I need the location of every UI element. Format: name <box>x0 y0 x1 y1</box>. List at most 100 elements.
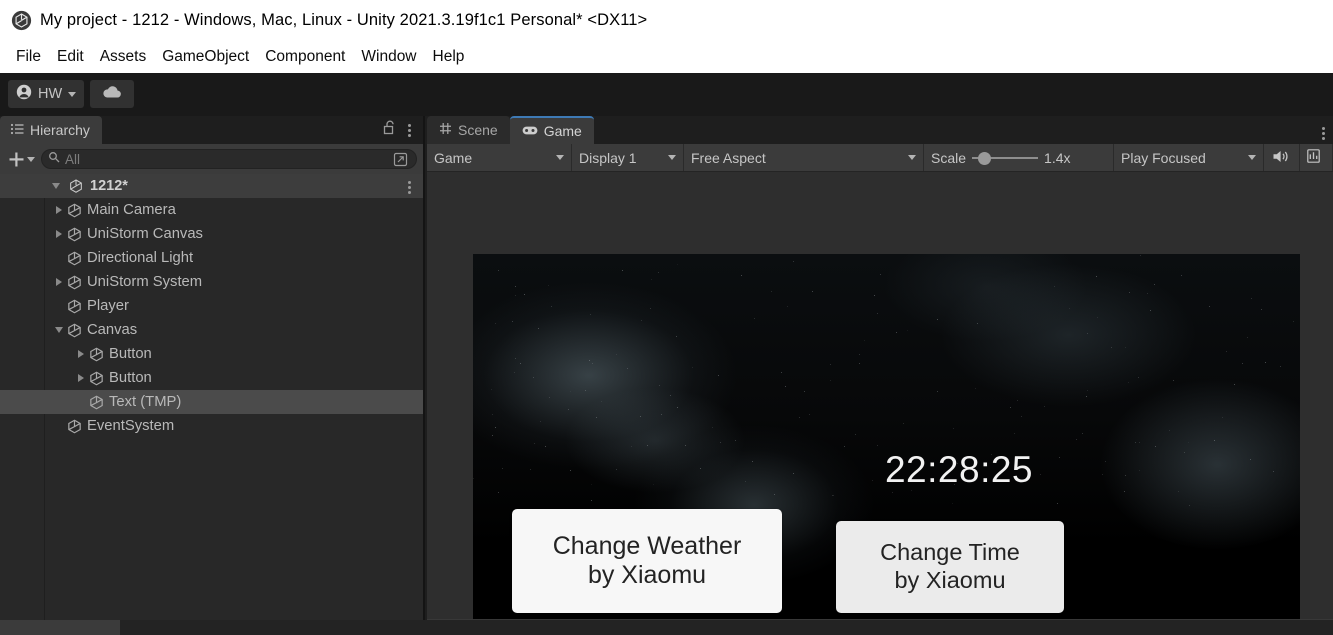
hierarchy-item-canvas[interactable]: Canvas <box>0 318 423 342</box>
star <box>646 445 648 447</box>
hierarchy-item-button[interactable]: Button <box>0 366 423 390</box>
cloud-button[interactable] <box>90 80 135 108</box>
gameobject-cube-icon <box>66 274 83 291</box>
hierarchy-item-directional-light[interactable]: Directional Light <box>0 246 423 270</box>
star <box>951 502 953 504</box>
menu-assets[interactable]: Assets <box>92 46 155 68</box>
star <box>514 371 516 373</box>
star <box>630 446 632 448</box>
scene-root-row[interactable]: 1212* <box>0 174 423 198</box>
chevron-down-icon <box>668 155 676 160</box>
gameobject-cube-icon <box>66 418 83 435</box>
cloud-icon <box>102 85 122 104</box>
hierarchy-item-main-camera[interactable]: Main Camera <box>0 198 423 222</box>
star <box>1187 441 1189 443</box>
change-weather-button[interactable]: Change Weather by Xiaomu <box>512 509 782 613</box>
hierarchy-item-button[interactable]: Button <box>0 342 423 366</box>
star <box>781 371 783 373</box>
chevron-right-icon[interactable] <box>74 342 88 366</box>
star <box>1177 490 1179 492</box>
hierarchy-item-player[interactable]: Player <box>0 294 423 318</box>
popout-window-icon[interactable] <box>393 152 410 167</box>
star <box>1260 308 1262 310</box>
star <box>977 323 979 324</box>
change-time-button[interactable]: Change Time by Xiaomu <box>836 521 1064 613</box>
chevron-right-icon[interactable] <box>52 222 66 246</box>
chevron-down-icon <box>556 155 564 160</box>
add-gameobject-button[interactable] <box>6 149 37 170</box>
kebab-menu-icon[interactable] <box>405 121 414 140</box>
aspect-dropdown[interactable]: Free Aspect <box>684 144 924 171</box>
chevron-down-icon[interactable] <box>52 318 66 342</box>
stats-button[interactable] <box>1300 144 1333 171</box>
star <box>740 274 742 276</box>
menu-file[interactable]: File <box>8 46 49 68</box>
star <box>753 317 755 319</box>
menu-gameobject[interactable]: GameObject <box>154 46 257 68</box>
menu-component[interactable]: Component <box>257 46 353 68</box>
kebab-menu-icon[interactable] <box>1319 124 1328 143</box>
padlock-open-icon[interactable] <box>383 120 396 140</box>
star <box>601 401 603 403</box>
star <box>1125 347 1127 349</box>
mute-audio-button[interactable] <box>1264 144 1300 171</box>
game-target-dropdown[interactable]: Game <box>427 144 572 171</box>
chevron-right-icon[interactable] <box>52 198 66 222</box>
star <box>570 390 572 392</box>
scale-slider[interactable] <box>972 151 1039 165</box>
star <box>1168 430 1170 432</box>
star <box>874 294 876 296</box>
stats-icon <box>1307 149 1320 166</box>
star <box>657 272 659 274</box>
hierarchy-item-text-tmp[interactable]: Text (TMP) <box>0 390 423 414</box>
hierarchy-item-eventsystem[interactable]: EventSystem <box>0 414 423 438</box>
star <box>734 439 736 441</box>
tab-game[interactable]: Game <box>509 116 594 144</box>
star <box>544 446 546 448</box>
display-dropdown[interactable]: Display 1 <box>572 144 684 171</box>
scale-slider-group[interactable]: Scale 1.4x <box>924 144 1114 171</box>
hierarchy-item-label: Player <box>87 298 129 314</box>
chevron-right-icon[interactable] <box>52 270 66 294</box>
star <box>1293 321 1295 323</box>
star <box>832 494 834 496</box>
kebab-menu-icon[interactable] <box>405 178 414 197</box>
star <box>569 470 571 472</box>
star <box>1279 365 1281 367</box>
hierarchy-tree: 1212* Main Camera UniStorm Canvas Directio… <box>0 174 423 620</box>
scale-value: 1.4x <box>1044 149 1071 166</box>
menu-edit[interactable]: Edit <box>49 46 92 68</box>
window-titlebar: My project - 1212 - Windows, Mac, Linux … <box>0 0 1333 40</box>
star <box>514 358 516 360</box>
star <box>1208 306 1210 308</box>
chevron-down-icon[interactable] <box>52 183 60 189</box>
disclosure-triangle <box>56 278 62 286</box>
bottom-statusbar <box>0 620 1333 635</box>
playmode-dropdown[interactable]: Play Focused <box>1114 144 1264 171</box>
tab-hierarchy[interactable]: Hierarchy <box>0 116 102 144</box>
hierarchy-item-unistorm-canvas[interactable]: UniStorm Canvas <box>0 222 423 246</box>
chevron-down-icon <box>1248 155 1256 160</box>
account-button[interactable]: HW <box>8 80 85 108</box>
disclosure-triangle <box>56 206 62 214</box>
star <box>651 278 653 280</box>
star <box>1139 469 1141 471</box>
hierarchy-item-unistorm-system[interactable]: UniStorm System <box>0 270 423 294</box>
star <box>494 427 496 429</box>
scale-slider-knob[interactable] <box>978 151 992 165</box>
star <box>639 415 641 417</box>
hierarchy-item-label: Directional Light <box>87 250 194 266</box>
game-render-surface[interactable]: 22:28:25 Change Weather by Xiaomu Change… <box>473 254 1300 619</box>
star <box>1102 473 1104 475</box>
chevron-right-icon[interactable] <box>74 366 88 390</box>
search-placeholder: All <box>65 151 81 167</box>
tab-scene-label: Scene <box>458 122 498 138</box>
game-viewport[interactable]: 22:28:25 Change Weather by Xiaomu Change… <box>427 172 1333 619</box>
tab-scene[interactable]: Scene <box>427 116 510 144</box>
search-input[interactable]: All <box>41 149 417 169</box>
menu-window[interactable]: Window <box>353 46 424 68</box>
menu-help[interactable]: Help <box>425 46 473 68</box>
